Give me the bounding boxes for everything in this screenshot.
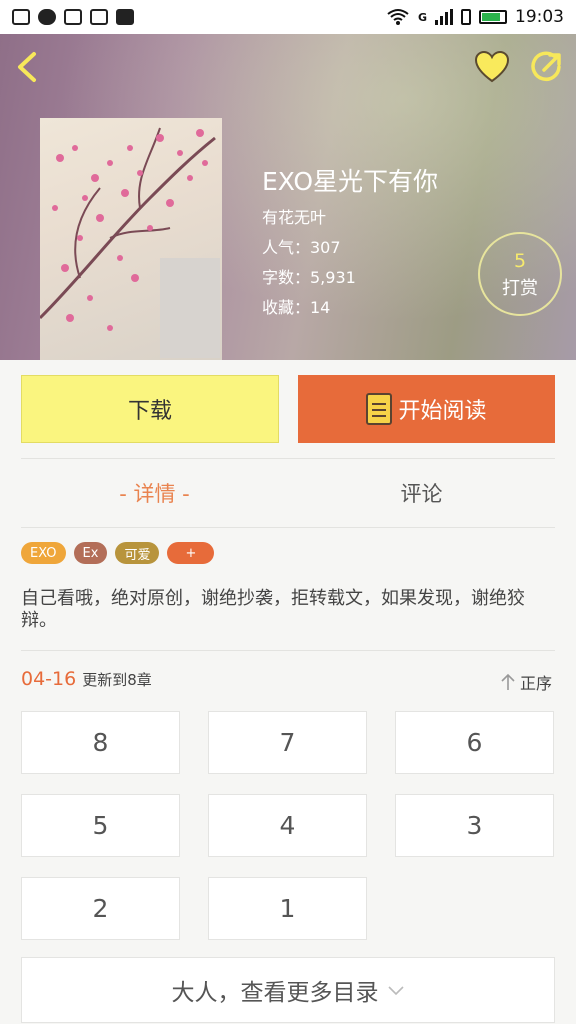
back-icon[interactable] (12, 50, 46, 84)
image-icon (90, 9, 108, 25)
chapter-grid: 8 7 6 5 4 3 2 1 (21, 711, 555, 940)
tag-list: EXO Ex 可爱 + (21, 542, 215, 564)
chapter-button[interactable]: 1 (208, 877, 367, 940)
start-reading-button[interactable]: 开始阅读 (298, 375, 555, 443)
cover-image (40, 127, 220, 358)
chapter-button[interactable]: 8 (21, 711, 180, 774)
chapter-button[interactable]: 3 (395, 794, 554, 857)
book-author[interactable]: 有花无叶 (262, 204, 326, 228)
popularity-count: 人气：307 (262, 238, 341, 257)
book-cover[interactable] (40, 118, 222, 360)
message-icon (12, 9, 30, 25)
tag-exo[interactable]: EXO (21, 542, 66, 564)
download-button[interactable]: 下载 (21, 375, 279, 443)
reward-button[interactable]: 5 打赏 (478, 232, 562, 316)
sort-order-label: 正序 (520, 674, 553, 693)
chat-icon (38, 9, 56, 25)
status-bar: G 19:03 (0, 0, 576, 34)
clock: 19:03 (515, 7, 564, 27)
chapter-button[interactable]: 6 (395, 711, 554, 774)
more-chapters-label: 大人，查看更多目录 (171, 980, 379, 1006)
update-text: 更新到8章 (82, 671, 152, 689)
add-tag-button[interactable]: + (167, 542, 215, 564)
tag-ex[interactable]: Ex (73, 542, 108, 564)
tab-comments[interactable]: 评论 (288, 478, 555, 508)
divider (21, 650, 555, 651)
chevron-down-icon (387, 986, 404, 996)
reward-label: 打赏 (502, 278, 538, 299)
apps-icon (116, 9, 134, 25)
signal-icon (435, 9, 453, 25)
more-chapters-button[interactable]: 大人，查看更多目录 (21, 957, 555, 1023)
chapter-button[interactable]: 2 (21, 877, 180, 940)
tag-cute[interactable]: 可爱 (115, 542, 160, 564)
chapter-button[interactable]: 7 (208, 711, 367, 774)
book-icon (366, 393, 393, 425)
alert-icon (64, 9, 82, 25)
word-count: 字数：5,931 (262, 268, 356, 287)
sim-icon (461, 9, 471, 25)
favorite-count: 收藏：14 (262, 298, 331, 317)
heart-icon[interactable] (474, 50, 510, 84)
book-title: EXO星光下有你 (262, 167, 439, 196)
start-reading-label: 开始阅读 (398, 399, 487, 424)
tab-details[interactable]: - 详情 - (21, 478, 288, 508)
chapter-button[interactable]: 4 (208, 794, 367, 857)
chapter-button[interactable]: 5 (21, 794, 180, 857)
divider (21, 458, 555, 459)
sort-order-button[interactable]: 正序 (500, 670, 552, 694)
wifi-icon (387, 9, 409, 25)
download-label: 下载 (127, 399, 172, 424)
update-date: 04-16 (21, 668, 77, 690)
book-description: 自己看哦，绝对原创，谢绝抄袭，拒转载文，如果发现，谢绝狡辩。 (21, 588, 525, 631)
battery-icon (479, 10, 507, 24)
update-info: 04-16 更新到8章 (21, 668, 152, 690)
arrow-up-icon (501, 673, 515, 690)
book-header: EXO星光下有你 有花无叶 人气：307 字数：5,931 收藏：14 5 打赏 (0, 34, 576, 360)
network-type: G (417, 10, 427, 24)
notification-icons (12, 9, 134, 25)
divider (21, 527, 555, 528)
reward-count: 5 (513, 250, 527, 272)
share-icon[interactable] (530, 50, 564, 84)
